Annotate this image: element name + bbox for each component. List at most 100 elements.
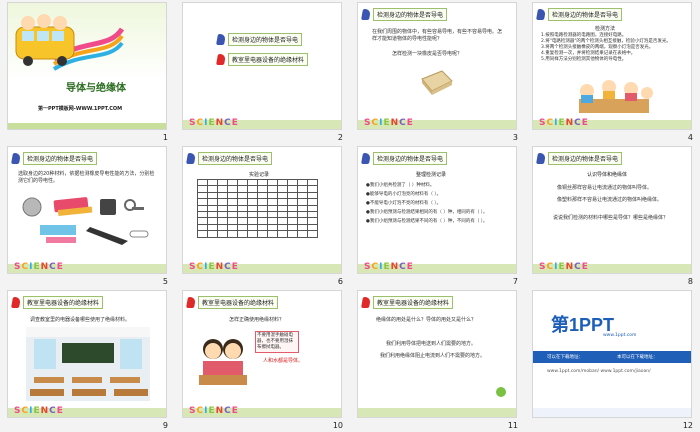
slide-number: 11 (507, 421, 518, 430)
agenda-item-label: 教室里电器设备的绝缘材料 (228, 52, 309, 66)
slide-thumb-11[interactable]: 教室里电器设备的绝缘材料 绝缘体的用处是什么？导体的用处又是什么？ 我们利用导体… (350, 288, 525, 432)
agenda-item-2: 教室里电器设备的绝缘材料 (216, 52, 309, 66)
header-label: 检测身边的物体是否导电 (548, 151, 623, 165)
bottom-band (358, 408, 516, 417)
slide-header: 教室里电器设备的绝缘材料 (361, 295, 454, 309)
subtitle: 整理检测记录 (416, 172, 447, 178)
science-logo: SCIENCE (539, 118, 589, 128)
slide-number: 7 (512, 277, 518, 286)
school-bus-illustration (15, 14, 124, 71)
science-logo: SCIENCE (14, 262, 64, 272)
agenda-item-label: 检测身边的物体是否导电 (228, 32, 303, 46)
slide-header: 检测身边的物体是否导电 (186, 151, 273, 165)
header-label: 检测身边的物体是否导电 (373, 7, 448, 21)
checklist-item: ●我们小组预测与检测结果相同的有（ ）种，相同的有（ ）。 (366, 210, 488, 215)
bottom-band (533, 408, 691, 417)
slide-thumb-12[interactable]: 第1PPT www.1ppt.com 可以在下载地址： 本可以在下载地址： ww… (525, 288, 700, 432)
record-table (197, 178, 318, 238)
definition-insulator: 像塑料那样不容易让电流通过的物体叫绝缘体。 (557, 197, 663, 203)
slide-canvas-1: 导体与绝缘体 第一PPT模板网-WWW.1PPT.COM (7, 2, 167, 130)
slide-header: 检测身边的物体是否导电 (536, 151, 623, 165)
slide-header: 检测身边的物体是否导电 (536, 7, 623, 21)
question-text: 怎样正确使用绝缘材料？ (229, 317, 285, 323)
slide-number: 3 (512, 133, 518, 142)
download-link-1[interactable]: 可以在下载地址： (547, 354, 583, 360)
slide-canvas-6: 检测身边的物体是否导电 实验记录 SCIENCE (182, 146, 342, 274)
slide-canvas-2: 检测身边的物体是否导电 教室里电器设备的绝缘材料 SCIENCE (182, 2, 342, 130)
question-text: 怎样检测一块橡皮是否导电呢？ (392, 51, 463, 57)
slide-thumb-3[interactable]: 检测身边的物体是否导电 在我们周围的物体中，有些容易导电，有些不容易导电。怎样才… (350, 0, 525, 144)
science-logo: SCIENCE (364, 262, 414, 272)
description-text: www.1ppt.com/moban/ www.1ppt.com/jiaoan/ (547, 369, 651, 374)
slide-header: 检测身边的物体是否导电 (11, 151, 98, 165)
slide-canvas-5: 检测身边的物体是否导电 选取身边的20种材料，依据检测橡皮导电性能的方法，分别检… (7, 146, 167, 274)
header-label: 教室里电器设备的绝缘材料 (198, 295, 279, 309)
body-text: 选取身边的20种材料，依据检测橡皮导电性能的方法，分别检测它们的导电性。 (18, 171, 155, 184)
answer-text-2: 我们利用绝缘体阻止电流到人们不需要的地方。 (380, 353, 486, 359)
slide-number: 8 (687, 277, 693, 286)
bubble-text: 不要用湿手触碰电器，也不要用湿抹布擦拭电器。 (257, 333, 293, 350)
blue-marker-icon (536, 152, 546, 164)
slide-number: 4 (687, 133, 693, 142)
slide-thumb-9[interactable]: 教室里电器设备的绝缘材料 调查教室里的电器设备哪些使用了绝缘材料。 SCIENC… (0, 288, 175, 432)
download-link-2[interactable]: 本可以在下载地址： (617, 354, 658, 360)
slide-canvas-9: 教室里电器设备的绝缘材料 调查教室里的电器设备哪些使用了绝缘材料。 SCIENC… (7, 290, 167, 418)
materials-illustration (22, 197, 149, 245)
slide-thumb-8[interactable]: 检测身边的物体是否导电 认识导体和绝缘体 像铜丝那样容易让电流通过的物体叫导体。… (525, 144, 700, 288)
green-ball-icon (496, 387, 506, 397)
slide-thumb-10[interactable]: 教室里电器设备的绝缘材料 怎样正确使用绝缘材料？ 不要用湿手触碰电器，也不要用湿… (175, 288, 350, 432)
header-label: 检测身边的物体是否导电 (373, 151, 448, 165)
classroom-image (26, 327, 150, 401)
header-label: 教室里电器设备的绝缘材料 (373, 295, 454, 309)
slide-canvas-3: 检测身边的物体是否导电 在我们周围的物体中，有些容易导电，有些不容易导电。怎样才… (357, 2, 517, 130)
definition-conductor: 像铜丝那样容易让电流通过的物体叫导体。 (557, 185, 653, 191)
science-logo: SCIENCE (539, 262, 589, 272)
question-text: 说说我们检测的材料中哪些是导体？哪些是绝缘体？ (553, 215, 669, 221)
slide-header: 检测身边的物体是否导电 (361, 7, 448, 21)
slide-thumb-2[interactable]: 检测身边的物体是否导电 教室里电器设备的绝缘材料 SCIENCE 2 (175, 0, 350, 144)
science-logo: SCIENCE (189, 118, 239, 128)
red-marker-icon (11, 296, 21, 308)
step-item: 5.用同样方法分别检测其他物体的导电性。 (541, 57, 627, 62)
blue-marker-icon (216, 33, 226, 45)
slide-footer-text: 第一PPT模板网-WWW.1PPT.COM (38, 106, 123, 112)
students-experiment-illustration (579, 80, 653, 113)
science-logo: SCIENCE (189, 406, 239, 416)
header-label: 教室里电器设备的绝缘材料 (23, 295, 104, 309)
table-title: 实验记录 (249, 172, 270, 178)
slide-canvas-11: 教室里电器设备的绝缘材料 绝缘体的用处是什么？导体的用处又是什么？ 我们利用导体… (357, 290, 517, 418)
red-marker-icon (361, 296, 371, 308)
red-marker-icon (216, 53, 226, 65)
eraser-image (421, 70, 453, 95)
checklist: ●我们小组共检测了（ ）种材料。 ●能够导电的小灯泡亮的材料有（ ）。 ●不能导… (366, 181, 512, 226)
red-marker-icon (186, 296, 196, 308)
body-text: 在我们周围的物体中，有些容易导电，有些不容易导电。怎样才能知道物体的导电性能呢？ (372, 29, 503, 42)
slide-header: 教室里电器设备的绝缘材料 (11, 295, 104, 309)
slide-canvas-4: 检测身边的物体是否导电 检测方法 1.按照电路检测器的电路图，连接好电路。 2.… (532, 2, 692, 130)
slide-thumb-7[interactable]: 检测身边的物体是否导电 整理检测记录 ●我们小组共检测了（ ）种材料。 ●能够导… (350, 144, 525, 288)
site-url: www.1ppt.com (603, 333, 637, 338)
subtitle: 检测方法 (595, 26, 616, 32)
slide-thumb-5[interactable]: 检测身边的物体是否导电 选取身边的20种材料，依据检测橡皮导电性能的方法，分别检… (0, 144, 175, 288)
slide-canvas-8: 检测身边的物体是否导电 认识导体和绝缘体 像铜丝那样容易让电流通过的物体叫导体。… (532, 146, 692, 274)
slide-number: 2 (337, 133, 343, 142)
slide-thumb-1[interactable]: 导体与绝缘体 第一PPT模板网-WWW.1PPT.COM 1 (0, 0, 175, 144)
agenda-item-1: 检测身边的物体是否导电 (216, 32, 303, 46)
slide-thumb-6[interactable]: 检测身边的物体是否导电 实验记录 SCIENCE 6 (175, 144, 350, 288)
slide-number: 1 (162, 133, 168, 142)
slide-number: 12 (682, 421, 693, 430)
slide-number: 10 (332, 421, 343, 430)
header-label: 检测身边的物体是否导电 (548, 7, 623, 21)
blue-marker-icon (186, 152, 196, 164)
slide-header: 检测身边的物体是否导电 (361, 151, 448, 165)
answer-text-1: 我们利用导体把电送到人们需要的地方。 (386, 341, 477, 347)
subtitle: 认识导体和绝缘体 (587, 172, 628, 178)
question-text: 绝缘体的用处是什么？导体的用处又是什么？ (376, 317, 477, 323)
header-label: 检测身边的物体是否导电 (23, 151, 98, 165)
children-illustration (199, 339, 247, 385)
science-logo: SCIENCE (189, 262, 239, 272)
checklist-item: ●我们小组预测与检测结果不同的有（ ）种，不同的有（ ）。 (366, 219, 488, 224)
slide-thumb-4[interactable]: 检测身边的物体是否导电 检测方法 1.按照电路检测器的电路图，连接好电路。 2.… (525, 0, 700, 144)
steps-list: 1.按照电路检测器的电路图，连接好电路。 2.将"电路检测器"的两个检测头相互接… (541, 33, 687, 63)
speech-bubble: 不要用湿手触碰电器，也不要用湿抹布擦拭电器。 (255, 331, 299, 353)
